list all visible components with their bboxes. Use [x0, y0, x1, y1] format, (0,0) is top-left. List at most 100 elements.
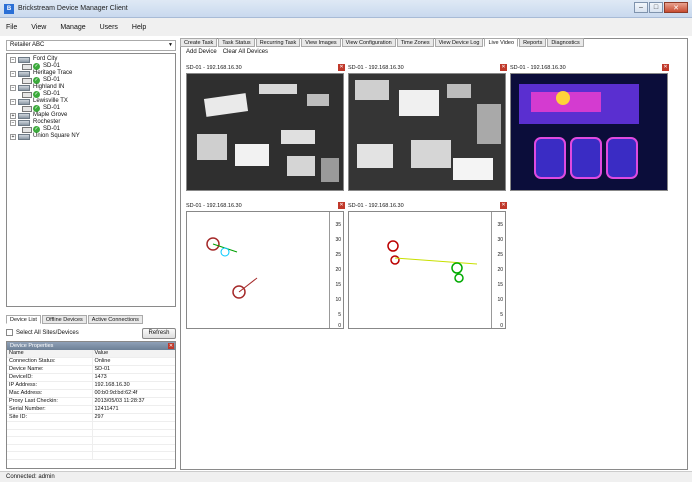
window-title: Brickstream Device Manager Client	[18, 5, 128, 12]
menu-users[interactable]: Users	[98, 22, 120, 33]
expand-icon[interactable]: +	[10, 133, 16, 140]
scale-tick: 30	[497, 237, 503, 243]
refresh-button[interactable]: Refresh	[142, 328, 176, 339]
heatmap-image	[511, 74, 667, 190]
scale-tick: 0	[338, 323, 341, 329]
device-properties-panel: Device Properties ✕ Name Value Connection …	[6, 341, 176, 469]
scale-tick: 30	[335, 237, 341, 243]
property-value	[92, 451, 175, 461]
video-feed: 35 30 25 20 15 10 5 0	[186, 211, 344, 329]
video-panel-label: SD-01 - 192.168.16.30	[186, 65, 242, 71]
menu-file[interactable]: File	[4, 22, 19, 33]
close-icon[interactable]: ✕	[500, 202, 507, 209]
site-icon	[18, 98, 30, 105]
tree-site-item[interactable]: + Union Square NY	[10, 133, 172, 140]
tree-site-item[interactable]: − Ford City	[10, 56, 172, 63]
tab-live-video[interactable]: Live Video	[484, 38, 519, 47]
tab-diagnostics[interactable]: Diagnostics	[547, 38, 584, 47]
tree-device-item[interactable]: ✓ SD-01	[10, 91, 172, 98]
check-icon: ✓	[33, 77, 40, 84]
close-icon[interactable]: ✕	[338, 64, 345, 71]
tree-item-label: Union Square NY	[33, 133, 80, 139]
minimize-button[interactable]: –	[634, 2, 648, 13]
tree-device-item[interactable]: ✓ SD-01	[10, 126, 172, 133]
check-icon: ✓	[33, 126, 40, 133]
property-value	[92, 436, 175, 445]
video-feed: 35 30 25 20 15 10 5 0	[348, 211, 506, 329]
app-icon: B	[4, 3, 14, 14]
table-row: Connection Status: Online	[7, 357, 175, 367]
close-button[interactable]: ✕	[664, 2, 688, 13]
close-icon[interactable]: ✕	[500, 64, 507, 71]
retailer-select[interactable]: Retailer ABC ▼	[6, 40, 176, 51]
tree-site-item[interactable]: + Maple Grove	[10, 112, 172, 119]
property-value: 1473	[92, 373, 175, 383]
table-header-row: Name Value	[7, 350, 175, 359]
tree-site-item[interactable]: − Heritage Trace	[10, 70, 172, 77]
camera-image	[349, 74, 505, 190]
tab-task-status[interactable]: Task Status	[218, 38, 255, 47]
tab-time-zones[interactable]: Time Zones	[396, 38, 434, 47]
menu-view[interactable]: View	[29, 22, 48, 33]
video-panel: SD-01 - 192.168.16.30 ✕	[348, 64, 508, 193]
device-properties-title: Device Properties	[10, 343, 54, 349]
property-name	[7, 444, 93, 453]
property-value	[92, 429, 175, 438]
tree-device-item[interactable]: ✓ SD-01	[10, 105, 172, 112]
tree-site-item[interactable]: − Lewisville TX	[10, 98, 172, 105]
table-row: Proxy Last Checkin: 2013/05/03 11:28:37	[7, 397, 175, 407]
device-box-icon	[22, 77, 32, 84]
tab-recurring-task[interactable]: Recurring Task	[255, 38, 301, 47]
scale-tick: 25	[497, 252, 503, 258]
table-row	[7, 429, 175, 438]
tab-view-images[interactable]: View Images	[301, 38, 341, 47]
collapse-icon[interactable]: −	[10, 70, 16, 77]
table-row: Serial Number: 12411471	[7, 405, 175, 415]
clear-all-devices-button[interactable]: Clear All Devices	[223, 49, 268, 55]
tree-device-item[interactable]: ✓ SD-01	[10, 63, 172, 70]
property-name: Proxy Last Checkin:	[7, 397, 93, 407]
site-icon	[18, 119, 30, 126]
tab-reports[interactable]: Reports	[519, 38, 547, 47]
table-row: Device Name: SD-01	[7, 365, 175, 375]
camera-image	[187, 74, 343, 190]
tab-active-connections[interactable]: Active Connections	[87, 315, 143, 324]
close-icon[interactable]: ✕	[662, 64, 669, 71]
collapse-icon[interactable]: −	[10, 56, 16, 63]
scale-tick: 0	[500, 323, 503, 329]
scale-tick: 10	[497, 297, 503, 303]
tab-view-configuration[interactable]: View Configuration	[341, 38, 396, 47]
site-tree[interactable]: − Ford City ✓ SD-01− Heritage Trace ✓ SD-01− Hi…	[6, 53, 176, 307]
maximize-button[interactable]: □	[649, 2, 663, 13]
add-device-button[interactable]: Add Device	[186, 49, 217, 55]
video-panel: SD-01 - 192.168.16.30 ✕ 35 30 25 20 15 10…	[348, 202, 508, 331]
menu-manage[interactable]: Manage	[58, 22, 87, 33]
menu-help[interactable]: Help	[130, 22, 148, 33]
device-box-icon	[22, 63, 32, 70]
collapse-icon[interactable]: −	[10, 119, 16, 126]
tab-create-task[interactable]: Create Task	[180, 38, 218, 47]
collapse-icon[interactable]: −	[10, 98, 16, 105]
tab-view-device-log[interactable]: View Device Log	[434, 38, 484, 47]
property-name: Serial Number:	[7, 405, 93, 415]
select-all-checkbox[interactable]	[6, 329, 13, 336]
tab-offline-devices[interactable]: Offline Devices	[41, 315, 87, 324]
tree-site-item[interactable]: − Highland IN	[10, 84, 172, 91]
tree-item-label: Lewisville TX	[33, 98, 68, 104]
tree-device-item[interactable]: ✓ SD-01	[10, 77, 172, 84]
close-icon[interactable]: ✕	[168, 343, 174, 349]
left-tabs: Device List Offline Devices Active Conne…	[6, 315, 144, 324]
chevron-down-icon: ▼	[168, 42, 173, 48]
collapse-icon[interactable]: −	[10, 84, 16, 91]
property-name	[7, 429, 93, 438]
tab-device-list[interactable]: Device List	[6, 315, 41, 324]
tree-site-item[interactable]: − Rochester	[10, 119, 172, 126]
scale-tick: 5	[338, 312, 341, 318]
expand-icon[interactable]: +	[10, 112, 16, 119]
device-box-icon	[22, 91, 32, 98]
tree-item-label: Highland IN	[33, 84, 65, 90]
check-icon: ✓	[33, 105, 40, 112]
property-name: Connection Status:	[7, 357, 93, 367]
tree-item-label: Heritage Trace	[33, 70, 73, 76]
close-icon[interactable]: ✕	[338, 202, 345, 209]
